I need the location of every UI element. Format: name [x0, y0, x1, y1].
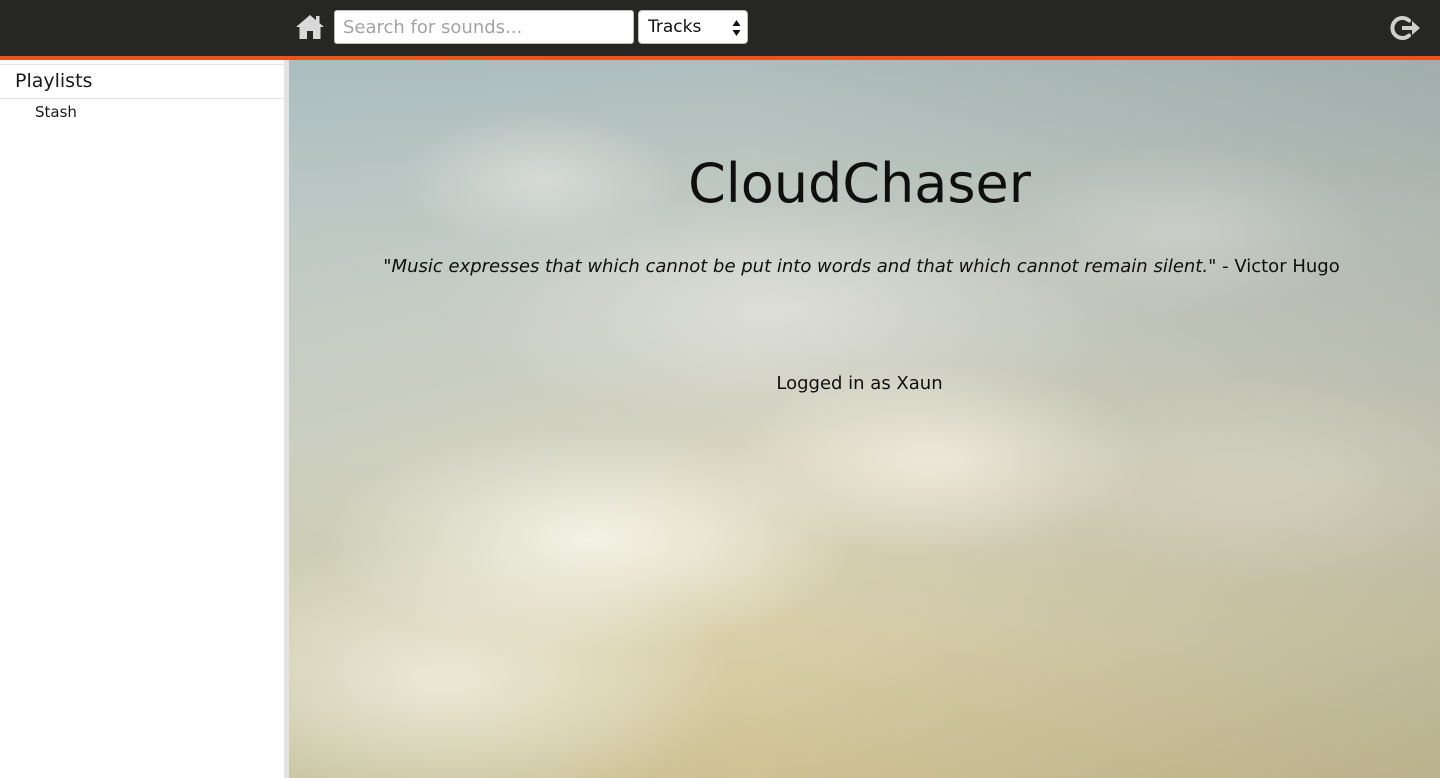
sidebar: Playlists Stash — [0, 60, 284, 778]
quote-text: "Music expresses that which cannot be pu… — [383, 256, 1217, 277]
quote: "Music expresses that which cannot be pu… — [289, 256, 1434, 277]
search-type-select[interactable]: Tracks — [638, 10, 748, 44]
playlists-title: Playlists — [15, 70, 93, 92]
playlists-header: Playlists — [0, 64, 284, 99]
logout-icon[interactable] — [1390, 14, 1422, 42]
home-icon[interactable] — [295, 13, 325, 41]
sidebar-item-stash[interactable]: Stash — [35, 103, 77, 121]
top-navigation-bar: Tracks — [0, 0, 1440, 60]
search-type-value: Tracks — [648, 17, 702, 37]
login-status: Logged in as Xaun — [776, 373, 943, 394]
select-arrows-icon — [732, 19, 741, 37]
app-title: CloudChaser — [688, 152, 1031, 215]
main-content: CloudChaser "Music expresses that which … — [289, 60, 1440, 778]
quote-author: - Victor Hugo — [1216, 256, 1340, 277]
search-input[interactable] — [334, 10, 634, 44]
